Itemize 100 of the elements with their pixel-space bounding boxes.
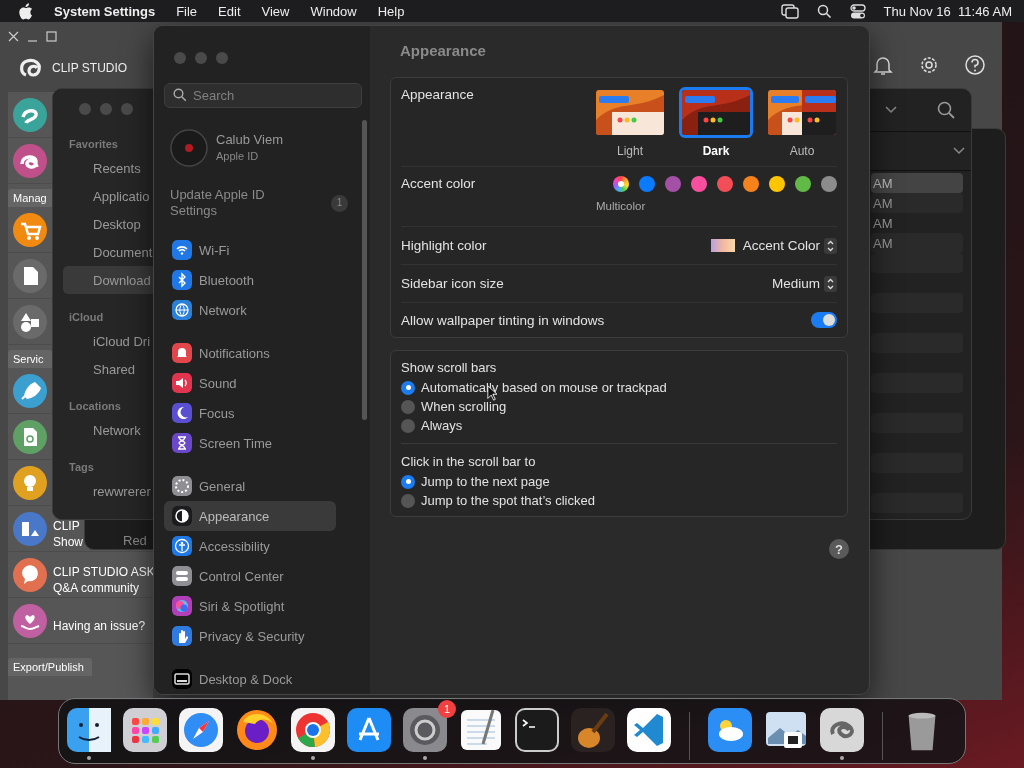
group-label: Show scroll bars — [401, 360, 498, 375]
swatch-label: Multicolor — [596, 200, 646, 212]
entry-title[interactable]: Having an issue? — [53, 618, 146, 634]
sidebar-item[interactable]: rewwrerer — [63, 477, 157, 505]
search-field[interactable]: Search — [164, 83, 362, 108]
sidebar-item[interactable]: Desktop — [63, 210, 157, 238]
color-swatch[interactable] — [743, 176, 759, 192]
sidebar-item[interactable]: Applicatio — [63, 182, 157, 210]
sidebar-item[interactable]: Accessibility — [164, 531, 336, 561]
stepper-icon — [824, 237, 837, 254]
color-swatch[interactable] — [613, 176, 629, 192]
menu-item[interactable]: Window — [310, 3, 357, 19]
sidebar-item[interactable]: Recents — [63, 154, 157, 182]
radio-option[interactable]: Jump to the spot that’s clicked — [401, 491, 837, 510]
sidebar-item[interactable]: Siri & Spotlight — [164, 591, 336, 621]
sidebar-item[interactable]: Privacy & Security — [164, 621, 336, 651]
sidebar-item[interactable]: Document — [63, 238, 157, 266]
menu-item[interactable]: File — [176, 3, 198, 19]
app-grid-icon[interactable] — [123, 708, 167, 752]
app-title: CLIP STUDIO — [52, 61, 128, 75]
color-swatch[interactable] — [691, 176, 707, 192]
sidebar-heading: Locations — [69, 400, 122, 412]
sidebar-item[interactable]: Desktop & Dock — [164, 664, 336, 694]
speech-bubble-icon — [13, 557, 47, 592]
sidebar-item[interactable]: Sound — [164, 368, 336, 398]
color-swatch[interactable] — [769, 176, 785, 192]
table-cell[interactable]: AM — [871, 233, 963, 253]
sidebar-item[interactable]: General — [164, 471, 336, 501]
code-editor-icon[interactable] — [627, 708, 671, 752]
table-cell[interactable]: AM — [871, 173, 963, 193]
sidebar-item[interactable]: Red — [123, 533, 147, 548]
app-store-icon[interactable] — [347, 708, 391, 752]
terminal-icon[interactable] — [515, 708, 559, 752]
chevron-down-icon — [885, 106, 897, 114]
account-name[interactable]: Calub Viem — [216, 131, 283, 148]
sidebar-item[interactable]: Control Center — [164, 561, 336, 591]
notice-link[interactable]: Update Apple ID Settings — [170, 187, 310, 219]
pen-logo-icon[interactable] — [819, 708, 864, 752]
setting-label: Highlight color — [401, 238, 487, 253]
color-swatch[interactable] — [665, 176, 681, 192]
cart-icon — [13, 212, 47, 247]
sidebar-item[interactable]: iCloud Dri — [63, 327, 157, 355]
browser-icon[interactable] — [291, 708, 335, 752]
sidebar-item[interactable]: Bluetooth — [164, 265, 336, 295]
highlight-popup[interactable]: Accent Color — [710, 237, 837, 254]
bell-icon — [872, 54, 894, 76]
notification-badge: 1 — [438, 700, 456, 718]
sidebar-item[interactable]: Focus — [164, 398, 336, 428]
menu-item[interactable]: View — [261, 3, 290, 19]
heart-hand-icon — [13, 603, 47, 638]
section-tab[interactable]: Export/Publish — [8, 658, 92, 676]
guitar-icon[interactable] — [571, 708, 615, 752]
sidebar-item[interactable]: Wi-Fi — [164, 235, 336, 265]
table-cell[interactable]: AM — [871, 193, 963, 213]
color-swatch[interactable] — [821, 176, 837, 192]
shapes-icon — [13, 304, 47, 339]
app-menu[interactable]: System Settings — [54, 3, 156, 19]
size-popup[interactable]: Medium — [772, 275, 837, 292]
sidebar-item[interactable]: Network — [164, 295, 336, 325]
entry-subtitle: Show — [53, 534, 84, 550]
sidebar-heading: Tags — [69, 461, 95, 473]
setting-label: Allow wallpaper tinting in windows — [401, 312, 605, 328]
pen-logo-icon — [13, 143, 47, 178]
entry-title[interactable]: CLIP — [53, 518, 80, 534]
search-icon — [937, 101, 955, 119]
fox-globe-icon[interactable] — [235, 708, 279, 752]
section-tab[interactable]: Servic — [8, 350, 52, 368]
lightbulb-icon — [13, 465, 47, 500]
count-badge: 1 — [331, 194, 348, 212]
radio-option[interactable]: Always — [401, 416, 837, 435]
color-swatch[interactable] — [639, 176, 655, 192]
menu-item[interactable]: Help — [377, 3, 405, 19]
sidebar-item[interactable]: Network — [63, 416, 157, 444]
close-icon — [8, 30, 19, 42]
compass-icon[interactable] — [179, 708, 223, 752]
weather-icon[interactable] — [707, 708, 752, 752]
document-search-icon — [13, 419, 47, 454]
clock[interactable]: Thu Nov 16 11:46 AM — [883, 3, 1012, 19]
toggle-switch[interactable] — [811, 312, 837, 328]
radio-option[interactable]: Jump to the next page — [401, 472, 837, 491]
search-icon — [816, 3, 832, 19]
avatar-icon — [170, 128, 208, 167]
table-cell[interactable]: AM — [871, 213, 963, 233]
spiral-logo-icon — [18, 57, 44, 79]
sidebar-item[interactable]: Shared — [63, 355, 157, 383]
color-swatch[interactable] — [795, 176, 811, 192]
menu-item[interactable]: Edit — [218, 3, 241, 19]
notepad-icon[interactable] — [459, 708, 503, 752]
color-swatch[interactable] — [717, 176, 733, 192]
help-icon — [964, 54, 986, 76]
entry-title[interactable]: CLIP STUDIO ASK — [53, 564, 155, 580]
rocket-icon — [13, 373, 47, 408]
setting-label: Sidebar icon size — [401, 276, 504, 291]
sidebar-item[interactable]: Screen Time — [164, 428, 336, 458]
help-button[interactable]: ? — [829, 539, 849, 559]
gear-icon[interactable] — [403, 708, 447, 752]
sidebar-item[interactable]: Appearance — [164, 501, 336, 531]
sidebar-item[interactable]: Notifications — [164, 338, 336, 368]
group-label: Click in the scroll bar to — [401, 454, 537, 469]
section-tab[interactable]: Manag — [8, 189, 55, 207]
